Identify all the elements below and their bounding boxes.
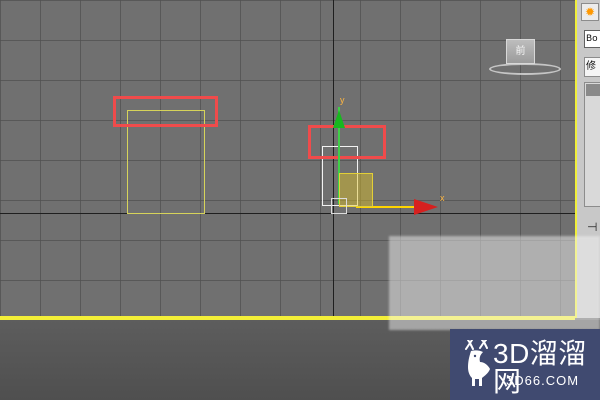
transform-gizmo-center-box[interactable] bbox=[331, 198, 347, 214]
object-name-field[interactable]: Bo bbox=[584, 30, 600, 48]
watermark-haze bbox=[389, 236, 600, 330]
3d-app-window: y x 前 ✹ Bo 修 ⊣ 3D溜溜网 3D66.COM bbox=[0, 0, 600, 400]
viewcube-ring[interactable] bbox=[489, 63, 561, 75]
modifier-stack-selected-item[interactable] bbox=[586, 84, 600, 96]
highlight-rectangle-right bbox=[308, 125, 386, 159]
highlight-rectangle-left bbox=[113, 96, 218, 127]
transform-gizmo-x-arrow[interactable] bbox=[414, 199, 438, 215]
viewcube[interactable]: 前 bbox=[489, 35, 561, 79]
viewcube-face[interactable]: 前 bbox=[506, 39, 535, 64]
axis-label-x: x bbox=[440, 193, 445, 203]
modifier-stack-list[interactable] bbox=[584, 82, 600, 207]
watermark-logo-box: 3D溜溜网 3D66.COM bbox=[450, 329, 600, 400]
transform-gizmo-y-arrow[interactable] bbox=[333, 110, 345, 128]
viewport-home-grid-axis-horizontal bbox=[0, 213, 575, 214]
modifier-list-dropdown[interactable]: 修 bbox=[584, 57, 600, 77]
watermark-url: 3D66.COM bbox=[506, 373, 580, 388]
axis-label-y: y bbox=[340, 95, 345, 105]
settings-icon[interactable]: ✹ bbox=[581, 3, 599, 21]
pin-icon[interactable]: ⊣ bbox=[587, 221, 597, 233]
